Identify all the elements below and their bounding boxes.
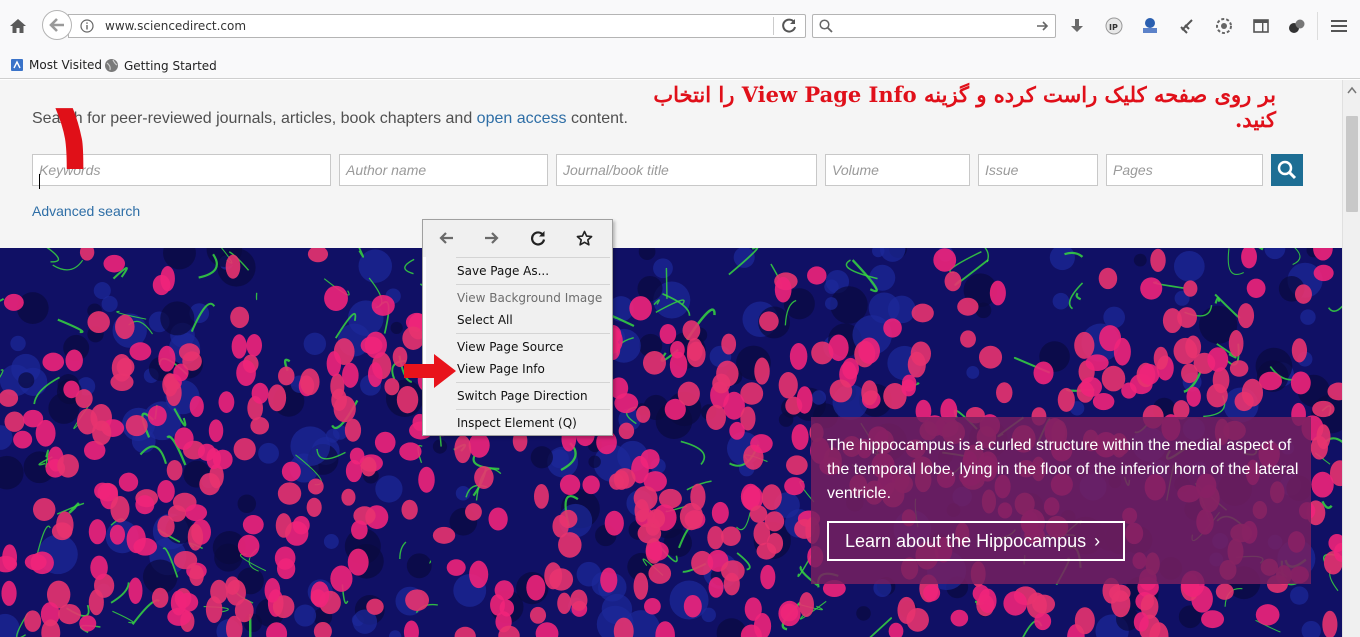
context-menu: Save Page As... View Background Image Se… (422, 219, 613, 436)
scroll-up-icon[interactable] (1347, 86, 1357, 94)
reload-icon[interactable] (515, 220, 561, 256)
menu-inspect-element[interactable]: Inspect Element (Q) (457, 416, 577, 430)
gear-addon-icon[interactable] (1214, 16, 1234, 36)
open-access-link[interactable]: open access (477, 110, 567, 127)
bookmark-most-visited[interactable]: Most Visited (10, 58, 102, 72)
browser-toolbar: www.sciencedirect.com IP (0, 0, 1360, 52)
url-divider (773, 17, 774, 35)
page-content: Search for peer-reviewed journals, artic… (0, 80, 1342, 637)
go-arrow-icon[interactable] (1036, 19, 1050, 33)
text-cursor (39, 174, 40, 189)
tutorial-step-number: ۱ (42, 80, 101, 192)
ip-addon-icon[interactable]: IP (1104, 16, 1124, 36)
svg-text:IP: IP (1109, 23, 1118, 32)
sidebar-icon[interactable] (1251, 16, 1271, 36)
menu-separator (456, 409, 610, 410)
menu-switch-page-direction[interactable]: Switch Page Direction (457, 389, 588, 403)
menu-view-background-image: View Background Image (457, 291, 603, 305)
pointer-arrow-icon (404, 354, 456, 388)
volume-input[interactable]: Volume (825, 154, 970, 186)
download-icon[interactable] (1067, 16, 1087, 36)
scrollbar-thumb[interactable] (1346, 116, 1358, 212)
menu-select-all[interactable]: Select All (457, 313, 513, 327)
advanced-search-link[interactable]: Advanced search (32, 203, 140, 219)
intro-text-end: content. (566, 110, 628, 127)
back-arrow-icon[interactable] (423, 220, 469, 256)
bookmark-label: Most Visited (29, 58, 103, 72)
issue-input[interactable]: Issue (978, 154, 1098, 186)
pages-input[interactable]: Pages (1106, 154, 1263, 186)
menu-view-page-source[interactable]: View Page Source (457, 340, 563, 354)
url-bar[interactable]: www.sciencedirect.com (68, 14, 806, 38)
home-icon[interactable] (6, 14, 30, 38)
tutorial-instruction: بر روی صفحه کلیک راست کرده و گزینه View … (653, 82, 1276, 132)
info-icon[interactable] (80, 19, 94, 33)
search-icon (819, 19, 833, 33)
author-input[interactable]: Author name (339, 154, 548, 186)
bookmark-getting-started[interactable]: Getting Started (104, 58, 217, 73)
profile-addon-icon[interactable] (1287, 16, 1307, 36)
journal-title-input[interactable]: Journal/book title (556, 154, 817, 186)
addon-badge-icon[interactable] (1140, 16, 1160, 36)
bookmark-star-icon[interactable] (561, 220, 607, 256)
hero-image: The hippocampus is a curled structure wi… (0, 248, 1342, 637)
hero-caption-card: The hippocampus is a curled structure wi… (811, 417, 1311, 584)
forward-arrow-icon[interactable] (469, 220, 515, 256)
hero-caption-text: The hippocampus is a curled structure wi… (827, 437, 1299, 502)
menu-separator (456, 284, 610, 285)
satellite-addon-icon[interactable] (1178, 16, 1198, 36)
menu-save-page-as[interactable]: Save Page As... (457, 264, 549, 278)
context-nav-row (423, 220, 612, 256)
page-scrollbar[interactable] (1342, 80, 1360, 637)
menu-icon[interactable] (1329, 16, 1349, 36)
menu-icon-column (423, 257, 426, 435)
bookmark-label: Getting Started (124, 58, 217, 73)
search-bar[interactable] (812, 14, 1056, 38)
menu-view-page-info[interactable]: View Page Info (457, 362, 545, 376)
hero-button-label: Learn about the Hippocampus (845, 530, 1087, 551)
bookmarks-toolbar: Most Visited Getting Started (0, 52, 1360, 79)
search-submit-button[interactable] (1271, 154, 1303, 186)
search-icon (1277, 160, 1297, 180)
back-button[interactable] (42, 10, 72, 40)
back-arrow-icon (49, 18, 64, 32)
url-text: www.sciencedirect.com (105, 19, 247, 33)
reload-icon[interactable] (781, 18, 799, 36)
learn-hippocampus-button[interactable]: Learn about the Hippocampus › (827, 521, 1125, 561)
search-intro: Search for peer-reviewed journals, artic… (32, 110, 628, 128)
toolbar-divider (1317, 12, 1318, 40)
menu-separator (456, 333, 610, 334)
globe-icon (105, 59, 118, 72)
menu-separator (456, 257, 610, 258)
folder-icon (11, 59, 23, 71)
chevron-right-icon: › (1094, 530, 1101, 551)
menu-separator (456, 382, 610, 383)
